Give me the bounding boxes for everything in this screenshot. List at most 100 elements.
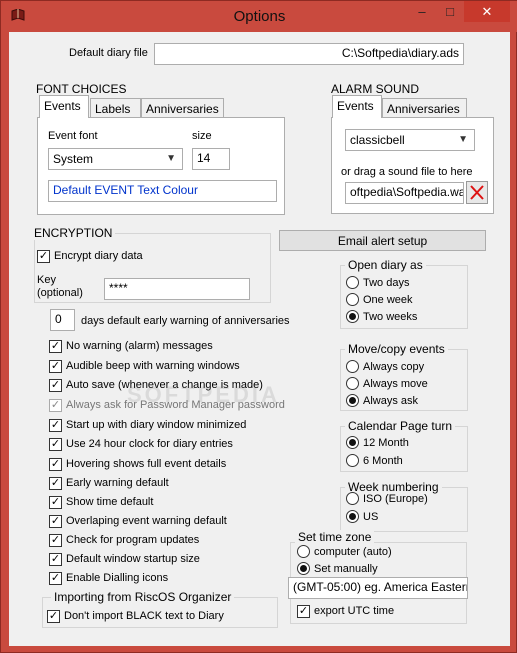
time-zone-label: Set time zone [295,530,375,544]
maximize-button[interactable]: □ [436,1,464,22]
radio-label: Two days [363,276,410,289]
event-font-select[interactable]: System ▼ [48,148,183,170]
anniversary-days-field[interactable]: 0 [50,309,75,331]
checkbox-checked-icon: ✓ [49,476,62,490]
option-label: Overlaping event warning default [66,515,227,527]
option-label: Check for program updates [66,534,200,546]
close-button[interactable]: ✕ [464,1,510,22]
calendar-turn-label: Calendar Page turn [345,419,456,433]
encrypt-diary-checkbox[interactable]: ✓ Encrypt diary data [37,248,143,264]
move-copy-label: Move/copy events [345,342,448,356]
radio-icon [346,276,359,289]
option-label: Early warning default [66,477,169,489]
minimize-button[interactable]: – [408,1,436,22]
options-panel: Default diary file C:\Softpedia\diary.ad… [9,32,510,646]
radio-label: Always move [363,377,428,390]
radio-two-days[interactable]: Two days [346,275,409,290]
radio-iso-europe[interactable]: ISO (Europe) [346,491,428,506]
radio-label: ISO (Europe) [363,492,428,505]
default-diary-label: Default diary file [69,47,148,59]
option-checkbox[interactable]: ✓ Early warning default [49,475,169,491]
riscos-label: Importing from RiscOS Organizer [51,590,235,604]
alarm-tab-panel: classicbell ▼ or drag a sound file to he… [331,117,494,214]
option-checkbox[interactable]: ✓ Use 24 hour clock for diary entries [49,436,233,452]
option-label: Default window startup size [66,553,200,565]
radio-label: Two weeks [363,310,418,323]
riscos-checkbox[interactable]: ✓ Don't import BLACK text to Diary [47,608,224,624]
option-label: Enable Dialling icons [66,572,169,584]
email-alert-setup-button[interactable]: Email alert setup [279,230,486,251]
default-event-colour-field[interactable]: Default EVENT Text Colour [48,180,277,202]
event-font-label: Event font [48,130,98,142]
font-tab-events[interactable]: Events [39,95,89,118]
radio-icon [346,293,359,306]
checkbox-checked-icon: ✓ [47,609,60,623]
checkbox-checked-icon: ✓ [49,359,62,373]
alarm-tab-events[interactable]: Events [332,95,382,118]
radio-label: One week [363,293,413,306]
option-label: Audible beep with warning windows [66,360,240,372]
option-label: Start up with diary window minimized [66,419,247,431]
radio-always-copy[interactable]: Always copy [346,359,424,374]
radio-always-move[interactable]: Always move [346,376,428,391]
font-tab-anniversaries[interactable]: Anniversaries [141,98,224,118]
radio-icon [346,377,359,390]
option-checkbox[interactable]: ✓ Check for program updates [49,532,199,548]
radio-us[interactable]: US [346,509,378,524]
option-label: No warning (alarm) messages [66,340,213,352]
checkbox-checked-icon: ✓ [49,552,62,566]
radio-icon [346,360,359,373]
checkbox-checked-icon: ✓ [49,339,62,353]
radio-set-manually[interactable]: Set manually [297,561,378,576]
font-size-field[interactable]: 14 [192,148,230,170]
open-diary-label: Open diary as [345,258,426,272]
alarm-sound-select[interactable]: classicbell ▼ [345,129,475,151]
riscos-checkbox-label: Don't import BLACK text to Diary [64,610,224,622]
radio-two-weeks[interactable]: Two weeks [346,309,417,324]
softpedia-watermark: SOFTPEDIA [127,382,280,407]
alarm-sound-label: ALARM SOUND [331,82,420,96]
option-checkbox[interactable]: ✓ Show time default [49,494,153,510]
radio-computer-auto[interactable]: computer (auto) [297,544,392,559]
checkbox-checked-icon: ✓ [49,418,62,432]
option-checkbox[interactable]: ✓ No warning (alarm) messages [49,338,213,354]
radio-always-ask[interactable]: Always ask [346,393,418,408]
radio-label: 6 Month [363,454,403,467]
option-checkbox[interactable]: ✓ Overlaping event warning default [49,513,227,529]
radio-label: 12 Month [363,436,409,449]
radio-6-month[interactable]: 6 Month [346,453,403,468]
option-checkbox[interactable]: ✓ Enable Dialling icons [49,570,168,586]
checkbox-checked-icon: ✓ [49,514,62,528]
anniversary-days-label: days default early warning of anniversar… [81,315,290,327]
sound-file-field[interactable]: oftpedia\Softpedia.wav [345,182,464,204]
checkbox-checked-icon: ✓ [37,249,50,263]
export-utc-label: export UTC time [314,605,395,617]
checkbox-checked-icon: ✓ [49,437,62,451]
option-checkbox[interactable]: ✓ Hovering shows full event details [49,456,226,472]
checkbox-checked-icon: ✓ [49,398,62,412]
encrypt-diary-label: Encrypt diary data [54,250,143,262]
default-diary-field[interactable]: C:\Softpedia\diary.ads [154,43,464,65]
radio-selected-icon [346,394,359,407]
key-field[interactable]: **** [104,278,250,300]
red-x-icon[interactable] [466,181,488,204]
checkbox-checked-icon: ✓ [49,533,62,547]
radio-selected-icon [346,436,359,449]
font-tab-labels[interactable]: Labels [90,98,141,118]
option-checkbox[interactable]: ✓ Default window startup size [49,551,200,567]
radio-selected-icon [346,310,359,323]
option-checkbox[interactable]: ✓ Start up with diary window minimized [49,417,246,433]
option-checkbox[interactable]: ✓ Audible beep with warning windows [49,358,240,374]
font-tab-panel: Event font size System ▼ 14 Default EVEN… [37,117,285,215]
export-utc-checkbox[interactable]: ✓ export UTC time [297,603,394,619]
size-label: size [192,130,212,142]
title-bar[interactable]: Options – □ ✕ [1,1,517,32]
radio-12-month[interactable]: 12 Month [346,435,409,450]
radio-one-week[interactable]: One week [346,292,413,307]
checkbox-checked-icon: ✓ [49,495,62,509]
radio-selected-icon [346,510,359,523]
checkbox-checked-icon: ✓ [49,571,62,585]
option-label: Use 24 hour clock for diary entries [66,438,233,450]
alarm-tab-anniversaries[interactable]: Anniversaries [382,98,467,118]
timezone-field[interactable]: (GMT-05:00) eg. America Eastern Tim [288,577,468,599]
